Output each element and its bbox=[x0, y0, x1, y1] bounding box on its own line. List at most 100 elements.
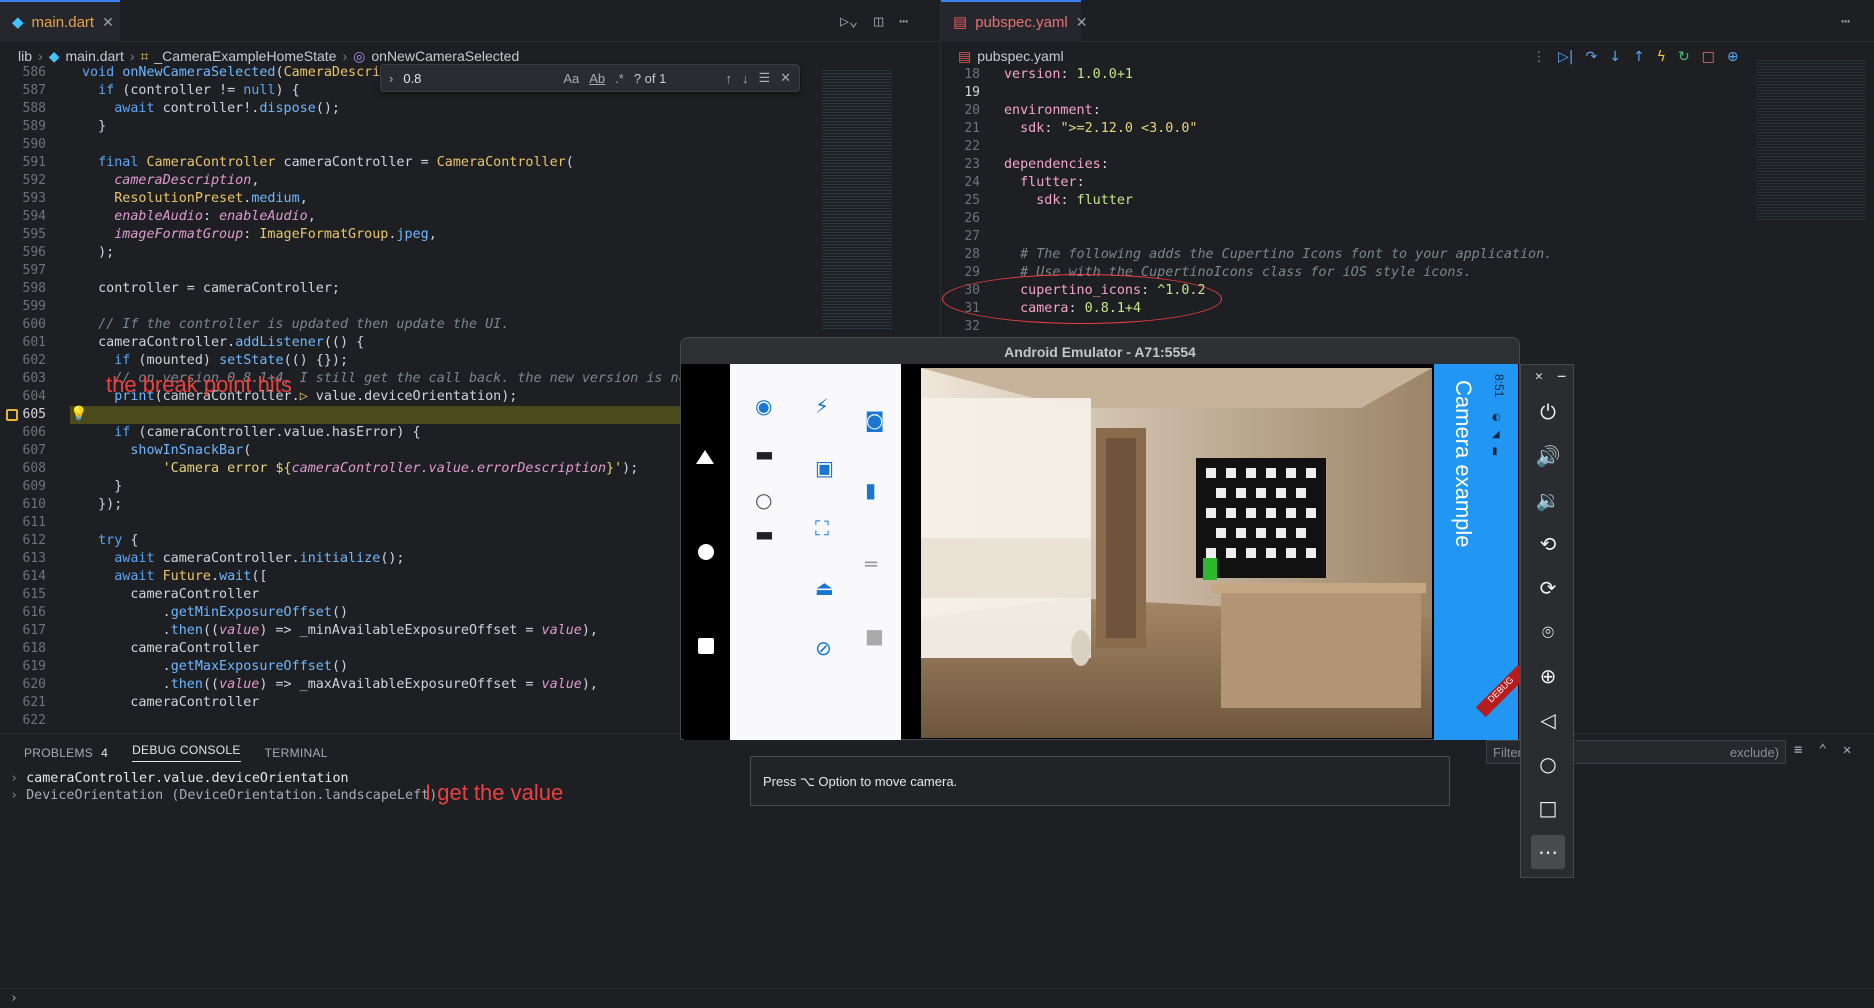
step-over-icon[interactable]: ↷ bbox=[1585, 49, 1597, 65]
run-debug-icon[interactable]: ▷⌄ bbox=[840, 12, 858, 30]
annotation-circle bbox=[942, 274, 1222, 324]
maximize-panel-icon[interactable]: ⌃ bbox=[1818, 742, 1826, 758]
match-word-toggle[interactable]: Ab bbox=[589, 71, 605, 86]
more-actions-icon[interactable]: ⋯ bbox=[1841, 12, 1850, 30]
annotation-value: I get the value bbox=[425, 780, 564, 805]
emulator-side-toolbar: ✕ − ⏻ 🔊 🔉 ⟲ ⟳ ⌾ ⊕ ◁ ○ □ ⋯ bbox=[1520, 364, 1574, 878]
camera-icon[interactable]: ⌾ bbox=[1521, 615, 1575, 649]
chevron-right-icon[interactable]: › bbox=[389, 71, 393, 86]
line-number: 622 bbox=[22, 713, 46, 728]
line-number: 588 bbox=[22, 101, 46, 116]
emulator-title[interactable]: Android Emulator - A71:5554 bbox=[680, 337, 1520, 365]
tab-pubspec[interactable]: ▤ pubspec.yaml ✕ bbox=[941, 0, 1087, 42]
tab-label: pubspec.yaml bbox=[975, 13, 1068, 31]
find-input[interactable]: 0.8 bbox=[403, 71, 553, 86]
minimize-icon[interactable]: − bbox=[1557, 367, 1566, 385]
line-number: 621 bbox=[22, 695, 46, 710]
rotation-lock-icon[interactable]: ⊘ bbox=[815, 638, 832, 658]
line-number: 620 bbox=[22, 677, 46, 692]
signal-icon: ◐ bbox=[1492, 412, 1501, 423]
camera-front-icon[interactable]: ▬ bbox=[755, 524, 774, 544]
right-minimap[interactable] bbox=[1756, 60, 1866, 220]
tab-terminal[interactable]: TERMINAL bbox=[265, 746, 328, 760]
close-tab-icon[interactable]: ✕ bbox=[1076, 14, 1088, 31]
app-bar: Camera example 8:51 ◐ ◢ ▮ DEBUG bbox=[1434, 364, 1529, 740]
console-prompt[interactable]: › bbox=[0, 988, 1874, 1008]
back-nav-icon[interactable] bbox=[696, 450, 714, 464]
breadcrumb-file[interactable]: pubspec.yaml bbox=[977, 48, 1063, 64]
volume-up-icon[interactable]: 🔊 bbox=[1521, 439, 1575, 473]
continue-icon[interactable]: ▷| bbox=[1558, 49, 1573, 65]
regex-toggle[interactable]: .* bbox=[615, 71, 624, 86]
flash-icon[interactable]: ⚡ bbox=[815, 396, 829, 416]
hot-reload-icon[interactable]: ϟ bbox=[1657, 49, 1666, 65]
exposure-icon[interactable]: ⏏ bbox=[815, 578, 834, 598]
overview-icon[interactable]: □ bbox=[1521, 791, 1575, 825]
drag-icon[interactable]: ═ bbox=[865, 554, 877, 574]
arrow-up-icon[interactable]: ↑ bbox=[725, 71, 732, 86]
left-minimap[interactable] bbox=[822, 70, 892, 330]
tab-main-dart[interactable]: ◆ main.dart ✕ bbox=[0, 0, 120, 42]
clear-console-icon[interactable]: ≡ bbox=[1794, 742, 1802, 758]
zoom-icon[interactable]: ⊕ bbox=[1521, 659, 1575, 693]
camera-switch-icon[interactable]: ◙ bbox=[865, 410, 884, 430]
close-panel-icon[interactable]: ✕ bbox=[1843, 742, 1851, 758]
panel-actions: ≡ ⌃ ✕ bbox=[1794, 742, 1851, 758]
line-number: 601 bbox=[22, 335, 46, 350]
home-nav-icon[interactable] bbox=[698, 544, 714, 560]
breadcrumb-method[interactable]: onNewCameraSelected bbox=[371, 48, 519, 64]
inspect-icon[interactable]: ⊕ bbox=[1727, 49, 1739, 65]
close-icon[interactable]: ✕ bbox=[1535, 369, 1543, 384]
power-icon[interactable]: ⏻ bbox=[1521, 395, 1575, 429]
tab-debug-console[interactable]: DEBUG CONSOLE bbox=[132, 743, 241, 762]
camera-preview[interactable] bbox=[921, 368, 1432, 738]
right-tab-bar: ▤ pubspec.yaml ✕ ⋯ bbox=[941, 0, 1874, 42]
debug-toolbar: ⋮ ▷| ↷ ↓ ↑ ϟ ↻ □ ⊕ bbox=[1532, 44, 1762, 70]
recents-nav-icon[interactable] bbox=[698, 638, 714, 654]
close-find-icon[interactable]: ✕ bbox=[780, 70, 791, 86]
breadcrumb-lib[interactable]: lib bbox=[18, 48, 32, 64]
stop-square-icon[interactable]: ■ bbox=[865, 626, 884, 646]
line-number: 27 bbox=[964, 229, 980, 244]
step-into-icon[interactable]: ↓ bbox=[1609, 49, 1621, 65]
match-case-toggle[interactable]: Aa bbox=[563, 71, 579, 86]
line-number: 606 bbox=[22, 425, 46, 440]
rotate-left-icon[interactable]: ⟲ bbox=[1521, 527, 1575, 561]
breadcrumb-class[interactable]: _CameraExampleHomeState bbox=[154, 48, 336, 64]
yaml-file-icon: ▤ bbox=[958, 47, 972, 64]
more-icon[interactable]: ⋯ bbox=[1531, 835, 1565, 869]
line-number: 589 bbox=[22, 119, 46, 134]
line-number: 18 bbox=[964, 67, 980, 82]
line-number: 591 bbox=[22, 155, 46, 170]
radio-selected-icon[interactable]: ◉ bbox=[755, 396, 772, 416]
console-result[interactable]: DeviceOrientation (DeviceOrientation.lan… bbox=[26, 788, 437, 803]
breadcrumb-file[interactable]: main.dart bbox=[65, 48, 123, 64]
close-tab-icon[interactable]: ✕ bbox=[102, 14, 114, 31]
line-number: 599 bbox=[22, 299, 46, 314]
drag-handle-icon[interactable]: ⋮ bbox=[1532, 49, 1546, 65]
line-number: 598 bbox=[22, 281, 46, 296]
debug-console-output[interactable]: › cameraController.value.deviceOrientati… bbox=[10, 770, 437, 804]
stop-icon[interactable]: □ bbox=[1702, 49, 1715, 65]
image-icon[interactable]: ▣ bbox=[815, 458, 834, 478]
camera-rear-icon[interactable]: ▬ bbox=[755, 444, 774, 464]
arrow-down-icon[interactable]: ↓ bbox=[742, 71, 749, 86]
focus-icon[interactable]: ⛶ bbox=[815, 518, 829, 538]
back-icon[interactable]: ◁ bbox=[1521, 703, 1575, 737]
volume-down-icon[interactable]: 🔉 bbox=[1521, 483, 1575, 517]
step-out-icon[interactable]: ↑ bbox=[1633, 49, 1645, 65]
more-actions-icon[interactable]: ⋯ bbox=[899, 12, 908, 30]
home-icon[interactable]: ○ bbox=[1521, 747, 1575, 781]
radio-unselected-icon[interactable]: ○ bbox=[755, 490, 772, 510]
video-icon[interactable]: ▮ bbox=[865, 480, 876, 500]
line-number: 587 bbox=[22, 83, 46, 98]
split-editor-icon[interactable]: ◫ bbox=[874, 12, 883, 30]
rotate-right-icon[interactable]: ⟳ bbox=[1521, 571, 1575, 605]
find-result-count: ? of 1 bbox=[633, 70, 667, 86]
tab-problems[interactable]: PROBLEMS 4 bbox=[24, 746, 108, 760]
line-number: 592 bbox=[22, 173, 46, 188]
restart-icon[interactable]: ↻ bbox=[1678, 49, 1690, 65]
class-icon: ⌗ bbox=[140, 47, 149, 64]
line-number: 26 bbox=[964, 211, 980, 226]
find-in-selection-icon[interactable]: ☰ bbox=[758, 70, 770, 86]
